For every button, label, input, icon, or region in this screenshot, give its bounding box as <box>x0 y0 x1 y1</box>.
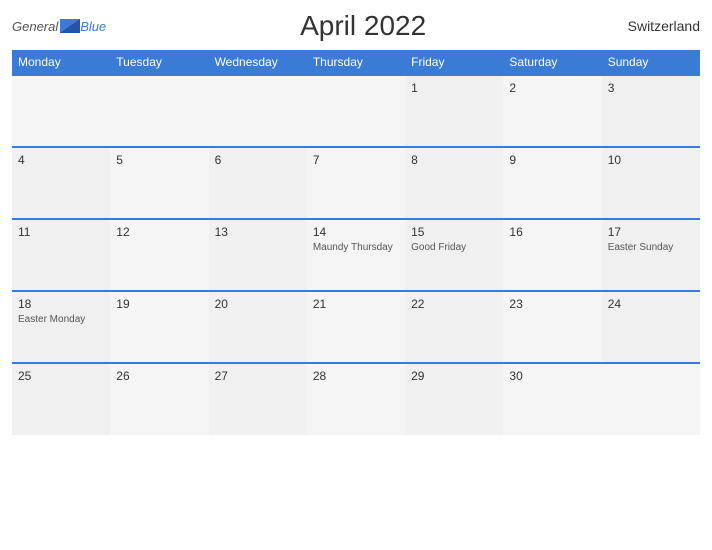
day-number: 14 <box>313 225 399 239</box>
day-number: 3 <box>608 81 694 95</box>
calendar-day-cell: 14 Maundy Thursday <box>307 219 405 291</box>
calendar-day-cell: 16 <box>503 219 601 291</box>
day-number: 2 <box>509 81 595 95</box>
logo-blue-text: Blue <box>80 19 106 34</box>
logo-flag-icon <box>60 19 80 33</box>
logo: General Blue <box>12 19 106 34</box>
calendar-day-cell: 10 <box>602 147 700 219</box>
day-number: 27 <box>215 369 301 383</box>
col-saturday: Saturday <box>503 50 601 75</box>
col-sunday: Sunday <box>602 50 700 75</box>
calendar-day-cell: 28 <box>307 363 405 435</box>
calendar-day-cell: 27 <box>209 363 307 435</box>
day-number: 20 <box>215 297 301 311</box>
col-tuesday: Tuesday <box>110 50 208 75</box>
calendar-day-cell <box>110 75 208 147</box>
calendar-day-cell: 7 <box>307 147 405 219</box>
calendar-day-cell: 11 <box>12 219 110 291</box>
calendar-day-cell: 17 Easter Sunday <box>602 219 700 291</box>
calendar-day-cell: 6 <box>209 147 307 219</box>
holiday-label: Good Friday <box>411 241 497 254</box>
col-thursday: Thursday <box>307 50 405 75</box>
weekday-header-row: Monday Tuesday Wednesday Thursday Friday… <box>12 50 700 75</box>
calendar-day-cell: 26 <box>110 363 208 435</box>
calendar-day-cell: 22 <box>405 291 503 363</box>
day-number: 19 <box>116 297 202 311</box>
day-number: 1 <box>411 81 497 95</box>
calendar-day-cell: 30 <box>503 363 601 435</box>
country-label: Switzerland <box>620 18 700 34</box>
calendar-day-cell: 23 <box>503 291 601 363</box>
calendar-day-cell: 21 <box>307 291 405 363</box>
day-number: 9 <box>509 153 595 167</box>
holiday-label: Easter Sunday <box>608 241 694 254</box>
day-number: 13 <box>215 225 301 239</box>
day-number: 28 <box>313 369 399 383</box>
calendar-day-cell: 19 <box>110 291 208 363</box>
calendar-title: April 2022 <box>106 10 620 42</box>
day-number: 29 <box>411 369 497 383</box>
calendar-day-cell: 29 <box>405 363 503 435</box>
day-number: 6 <box>215 153 301 167</box>
calendar-page: General Blue April 2022 Switzerland Mond… <box>0 0 712 550</box>
col-friday: Friday <box>405 50 503 75</box>
calendar-day-cell: 25 <box>12 363 110 435</box>
day-number: 8 <box>411 153 497 167</box>
day-number: 21 <box>313 297 399 311</box>
calendar-day-cell <box>12 75 110 147</box>
calendar-week-row: 18 Easter Monday 19 20 21 22 23 24 <box>12 291 700 363</box>
header: General Blue April 2022 Switzerland <box>12 10 700 42</box>
day-number: 26 <box>116 369 202 383</box>
day-number: 7 <box>313 153 399 167</box>
calendar-day-cell: 4 <box>12 147 110 219</box>
day-number: 11 <box>18 225 104 239</box>
day-number: 18 <box>18 297 104 311</box>
holiday-label: Easter Monday <box>18 313 104 326</box>
calendar-day-cell <box>307 75 405 147</box>
calendar-day-cell: 24 <box>602 291 700 363</box>
calendar-day-cell: 8 <box>405 147 503 219</box>
holiday-label: Maundy Thursday <box>313 241 399 254</box>
calendar-day-cell: 18 Easter Monday <box>12 291 110 363</box>
day-number: 24 <box>608 297 694 311</box>
day-number: 12 <box>116 225 202 239</box>
col-wednesday: Wednesday <box>209 50 307 75</box>
day-number: 15 <box>411 225 497 239</box>
day-number: 23 <box>509 297 595 311</box>
calendar-week-row: 25 26 27 28 29 30 <box>12 363 700 435</box>
day-number: 22 <box>411 297 497 311</box>
day-number: 25 <box>18 369 104 383</box>
calendar-day-cell: 20 <box>209 291 307 363</box>
calendar-day-cell: 15 Good Friday <box>405 219 503 291</box>
col-monday: Monday <box>12 50 110 75</box>
calendar-day-cell: 5 <box>110 147 208 219</box>
calendar-table: Monday Tuesday Wednesday Thursday Friday… <box>12 50 700 435</box>
day-number: 5 <box>116 153 202 167</box>
calendar-week-row: 11 12 13 14 Maundy Thursday 15 Good Friday 16 17… <box>12 219 700 291</box>
calendar-week-row: 456789 10 <box>12 147 700 219</box>
calendar-day-cell: 2 <box>503 75 601 147</box>
calendar-day-cell: 13 <box>209 219 307 291</box>
day-number: 17 <box>608 225 694 239</box>
day-number: 16 <box>509 225 595 239</box>
calendar-day-cell <box>209 75 307 147</box>
calendar-day-cell: 12 <box>110 219 208 291</box>
day-number: 30 <box>509 369 595 383</box>
day-number: 10 <box>608 153 694 167</box>
calendar-day-cell: 3 <box>602 75 700 147</box>
calendar-day-cell: 1 <box>405 75 503 147</box>
calendar-day-cell <box>602 363 700 435</box>
day-number: 4 <box>18 153 104 167</box>
calendar-day-cell: 9 <box>503 147 601 219</box>
logo-general-text: General <box>12 19 58 34</box>
calendar-week-row: 123 <box>12 75 700 147</box>
